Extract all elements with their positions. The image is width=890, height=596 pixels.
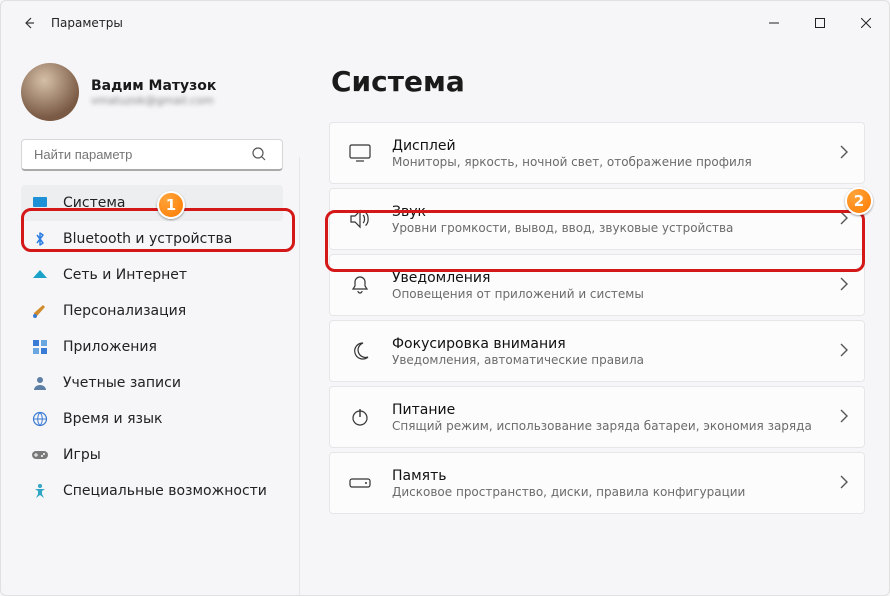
- back-button[interactable]: [15, 9, 43, 37]
- display-icon: [31, 194, 49, 212]
- sidebar-item-accessibility[interactable]: Специальные возможности: [21, 473, 283, 509]
- sidebar: Вадим Матузок vmatuzok@gmail.com Система…: [1, 45, 299, 595]
- avatar: [21, 63, 79, 121]
- chevron-right-icon: [840, 210, 848, 229]
- power-icon: [346, 407, 374, 427]
- sidebar-item-label: Система: [63, 195, 125, 211]
- account-icon: [31, 374, 49, 392]
- sidebar-item-label: Сеть и Интернет: [63, 267, 187, 283]
- annotation-badge-2: 2: [845, 187, 873, 215]
- card-title: Звук: [392, 204, 822, 220]
- user-email: vmatuzok@gmail.com: [91, 94, 216, 107]
- card-title: Фокусировка внимания: [392, 336, 822, 352]
- user-row[interactable]: Вадим Матузок vmatuzok@gmail.com: [21, 63, 291, 121]
- sound-icon: [346, 209, 374, 229]
- maximize-icon: [815, 18, 825, 28]
- sidebar-item-network[interactable]: Сеть и Интернет: [21, 257, 283, 293]
- sidebar-item-label: Bluetooth и устройства: [63, 231, 232, 247]
- apps-icon: [31, 338, 49, 356]
- card-focus[interactable]: Фокусировка внимания Уведомления, автома…: [329, 320, 865, 382]
- sidebar-item-label: Время и язык: [63, 411, 162, 427]
- globe-icon: [31, 410, 49, 428]
- sidebar-item-label: Игры: [63, 447, 101, 463]
- card-title: Память: [392, 468, 822, 484]
- sidebar-item-accounts[interactable]: Учетные записи: [21, 365, 283, 401]
- chevron-right-icon: [840, 144, 848, 163]
- minimize-button[interactable]: [751, 7, 797, 39]
- card-sound[interactable]: Звук Уровни громкости, вывод, ввод, звук…: [329, 188, 865, 250]
- card-sub: Уровни громкости, вывод, ввод, звуковые …: [392, 221, 822, 235]
- gamepad-icon: [31, 446, 49, 464]
- chevron-right-icon: [840, 276, 848, 295]
- annotation-badge-1: 1: [157, 191, 185, 219]
- app-title: Параметры: [51, 16, 123, 30]
- sidebar-item-personalization[interactable]: Персонализация: [21, 293, 283, 329]
- sidebar-item-gaming[interactable]: Игры: [21, 437, 283, 473]
- card-sub: Мониторы, яркость, ночной свет, отображе…: [392, 155, 822, 169]
- chevron-right-icon: [840, 408, 848, 427]
- sidebar-item-label: Специальные возможности: [63, 483, 267, 499]
- search-wrap: [21, 139, 291, 171]
- sidebar-item-bluetooth[interactable]: Bluetooth и устройства: [21, 221, 283, 257]
- card-sub: Дисковое пространство, диски, правила ко…: [392, 485, 822, 499]
- card-sub: Спящий режим, использование заряда батар…: [392, 419, 822, 433]
- card-sub: Уведомления, автоматические правила: [392, 353, 822, 367]
- card-title: Питание: [392, 402, 822, 418]
- accessibility-icon: [31, 482, 49, 500]
- card-display[interactable]: Дисплей Мониторы, яркость, ночной свет, …: [329, 122, 865, 184]
- search-input[interactable]: [21, 139, 283, 171]
- titlebar: Параметры: [1, 1, 889, 45]
- card-power[interactable]: Питание Спящий режим, использование заря…: [329, 386, 865, 448]
- chevron-right-icon: [840, 474, 848, 493]
- bell-icon: [346, 275, 374, 295]
- close-icon: [861, 18, 871, 28]
- brush-icon: [31, 302, 49, 320]
- storage-icon: [346, 476, 374, 490]
- bluetooth-icon: [31, 230, 49, 248]
- main-pane: Система Дисплей Мониторы, яркость, ночно…: [299, 45, 889, 595]
- card-title: Уведомления: [392, 270, 822, 286]
- close-button[interactable]: [843, 7, 889, 39]
- card-sub: Оповещения от приложений и системы: [392, 287, 822, 301]
- wifi-icon: [31, 266, 49, 284]
- chevron-right-icon: [840, 342, 848, 361]
- card-notifications[interactable]: Уведомления Оповещения от приложений и с…: [329, 254, 865, 316]
- page-title: Система: [331, 65, 865, 98]
- sidebar-item-label: Учетные записи: [63, 375, 181, 391]
- card-title: Дисплей: [392, 138, 822, 154]
- sidebar-item-apps[interactable]: Приложения: [21, 329, 283, 365]
- settings-cards: Дисплей Мониторы, яркость, ночной свет, …: [329, 122, 865, 514]
- moon-icon: [346, 341, 374, 361]
- sidebar-item-time-language[interactable]: Время и язык: [21, 401, 283, 437]
- minimize-icon: [769, 18, 779, 28]
- arrow-left-icon: [21, 15, 37, 31]
- sidebar-item-label: Персонализация: [63, 303, 186, 319]
- user-name: Вадим Матузок: [91, 78, 216, 94]
- monitor-icon: [346, 144, 374, 162]
- maximize-button[interactable]: [797, 7, 843, 39]
- card-storage[interactable]: Память Дисковое пространство, диски, пра…: [329, 452, 865, 514]
- sidebar-item-system[interactable]: Система: [21, 185, 283, 221]
- sidebar-item-label: Приложения: [63, 339, 157, 355]
- sidebar-nav: Система Bluetooth и устройства Сеть и Ин…: [21, 185, 283, 509]
